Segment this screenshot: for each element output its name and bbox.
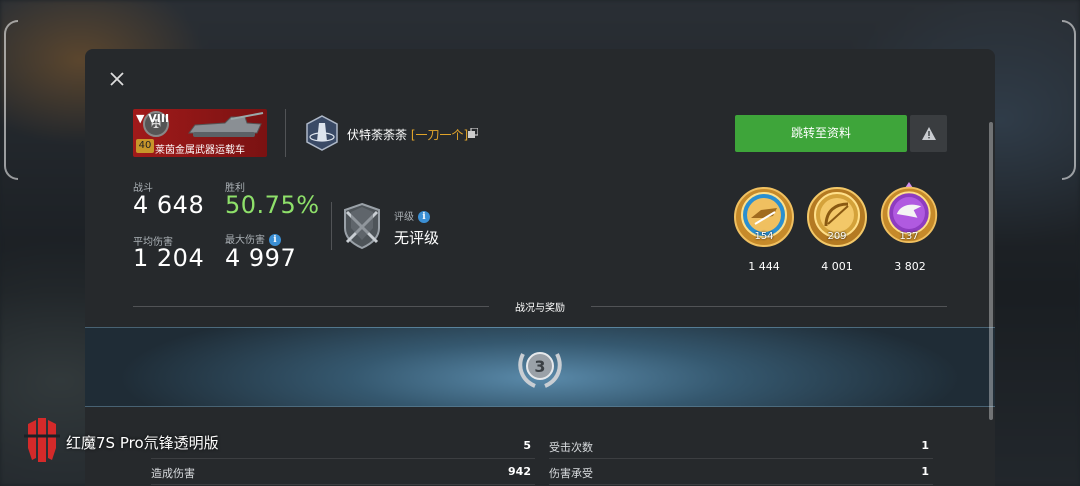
device-watermark: 红魔7S Pro氘锋透明版 [66, 434, 219, 452]
goto-profile-button[interactable]: 跳转至资料 [735, 115, 907, 152]
row-value: 1 [921, 465, 929, 478]
report-button[interactable] [910, 115, 947, 152]
left-edge-handle [4, 20, 18, 180]
brand-logo-icon [24, 418, 60, 462]
player-rank-icon [306, 115, 338, 151]
battles-value: 4 648 [133, 191, 205, 219]
medal-count: 154 [754, 231, 774, 242]
scrollbar[interactable] [989, 122, 993, 420]
tank-silhouette-icon [188, 112, 264, 137]
max-damage-value: 4 997 [225, 244, 297, 272]
medal-count: 209 [827, 231, 847, 242]
close-icon [110, 72, 124, 86]
mastery-level: 3 [534, 357, 545, 376]
rating-label: 评级 [394, 212, 414, 223]
medal-count: 137 [899, 231, 919, 242]
table-row: 造成伤害 942 [151, 459, 535, 485]
divider [133, 306, 489, 307]
player-clan-tag[interactable]: [一刀一个] [411, 128, 468, 142]
mastery-banner: 3 [85, 327, 995, 407]
close-button[interactable] [107, 69, 127, 89]
rating-shield-icon [344, 202, 380, 250]
table-row: 受击次数 1 [549, 433, 933, 459]
rating-value: 无评级 [394, 229, 440, 247]
winrate-value: 50.75% [225, 191, 320, 219]
section-title: 战况与奖励 [515, 303, 565, 314]
info-icon[interactable]: i [418, 211, 430, 223]
divider [285, 109, 286, 157]
player-stats-dialog: ✠ ▼ VIII 40 莱茵金属武器运载车 伏特荼荼荼 [一刀一个] 跳转至资料… [85, 49, 995, 486]
row-label: 伤害承受 [549, 467, 593, 480]
mastery-badge-icon[interactable]: 3 [515, 346, 565, 390]
rating-label-wrap: 评级 i [394, 208, 430, 223]
tank-level-badge: 40 [136, 139, 154, 153]
tank-name: 莱茵金属武器运载车 [155, 145, 245, 156]
row-value: 942 [508, 465, 531, 478]
warning-icon [921, 127, 936, 140]
divider [331, 202, 332, 250]
player-name: 伏特荼荼荼 [347, 128, 408, 142]
medal-total: 1 444 [748, 260, 780, 273]
copy-icon[interactable] [468, 128, 478, 138]
player-name-line: 伏特荼荼荼 [一刀一个] [347, 126, 468, 143]
tank-card[interactable]: ✠ ▼ VIII 40 莱茵金属武器运载车 [133, 109, 267, 157]
row-label: 受击次数 [549, 441, 593, 454]
table-row: 伤害承受 1 [549, 459, 933, 485]
row-label: 造成伤害 [151, 467, 195, 480]
tank-tier: ▼ VIII [136, 112, 170, 125]
medal-total: 4 001 [821, 260, 853, 273]
divider [591, 306, 947, 307]
row-value: 1 [921, 439, 929, 452]
right-edge-handle [1062, 20, 1076, 180]
medal-total: 3 802 [894, 260, 926, 273]
avg-damage-value: 1 204 [133, 244, 205, 272]
row-value: 5 [523, 439, 531, 452]
